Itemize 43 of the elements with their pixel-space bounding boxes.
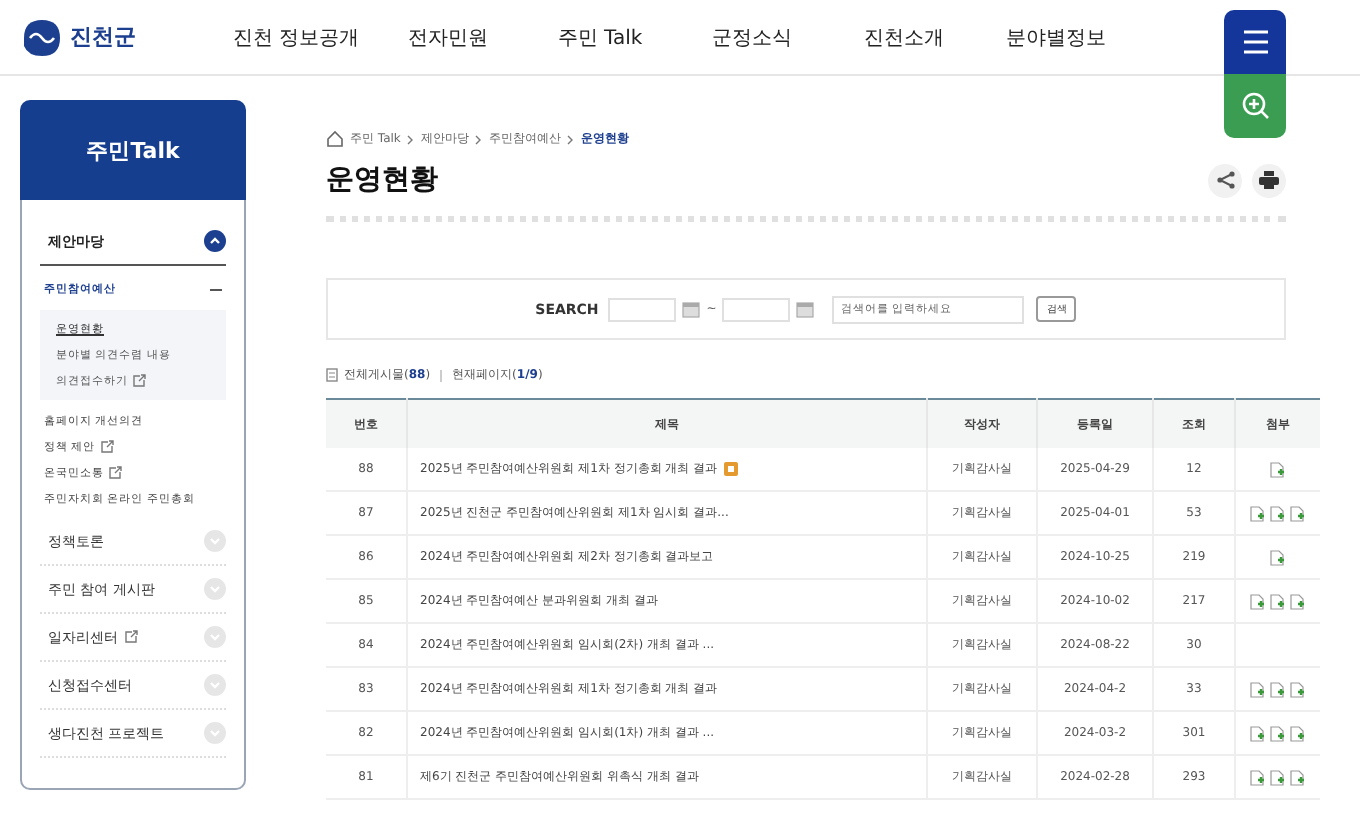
file-download-icon <box>1290 681 1306 697</box>
file-download-icon <box>1250 769 1266 785</box>
sidebar-title: 주민Talk <box>86 135 180 165</box>
share-icon <box>1215 170 1235 190</box>
date-field[interactable] <box>608 297 677 321</box>
file-download-icon <box>1290 769 1306 785</box>
chevron-icon <box>566 133 575 145</box>
share-button[interactable] <box>1208 163 1242 197</box>
calendar-icon <box>796 300 815 318</box>
chevron-icon <box>474 133 483 145</box>
file-download-icon <box>1290 593 1306 609</box>
document-icon <box>326 368 338 382</box>
nav-link[interactable]: 전자민원 <box>372 23 524 51</box>
file-download-icon <box>1270 725 1286 741</box>
chevron-icon <box>406 133 415 145</box>
nav-link[interactable]: 진천 정보공개 <box>220 23 372 51</box>
file-download-icon <box>1250 725 1266 741</box>
logo-icon[interactable] <box>20 17 64 57</box>
file-download-icon <box>1290 505 1306 521</box>
print-button[interactable] <box>1252 163 1286 197</box>
zoom-in-icon <box>1241 92 1269 120</box>
home-icon <box>326 130 344 148</box>
file-download-icon <box>1270 549 1286 565</box>
file-download-icon <box>1290 725 1306 741</box>
file-download-icon <box>1270 769 1286 785</box>
menu-button[interactable] <box>1224 10 1286 74</box>
file-download-icon <box>1270 505 1286 521</box>
file-download-icon <box>1270 593 1286 609</box>
nav-link[interactable]: 진천소개 <box>828 23 980 51</box>
page-title: 운영현황 <box>326 162 438 198</box>
nav-link[interactable]: 군정소식 <box>676 23 828 51</box>
file-download-icon <box>1250 505 1266 521</box>
logo-text[interactable]: 진천군 <box>70 22 136 52</box>
file-download-icon <box>1270 681 1286 697</box>
file-download-icon <box>1250 681 1266 697</box>
printer-icon <box>1258 170 1280 190</box>
date-field[interactable] <box>722 297 791 321</box>
file-download-icon <box>1250 593 1266 609</box>
nav-link[interactable]: 분야별정보 <box>980 23 1132 51</box>
calendar-icon <box>682 300 701 318</box>
nav-link[interactable]: 주민 Talk <box>524 23 676 51</box>
menu-icon <box>1241 30 1269 54</box>
file-download-icon <box>1270 461 1286 477</box>
